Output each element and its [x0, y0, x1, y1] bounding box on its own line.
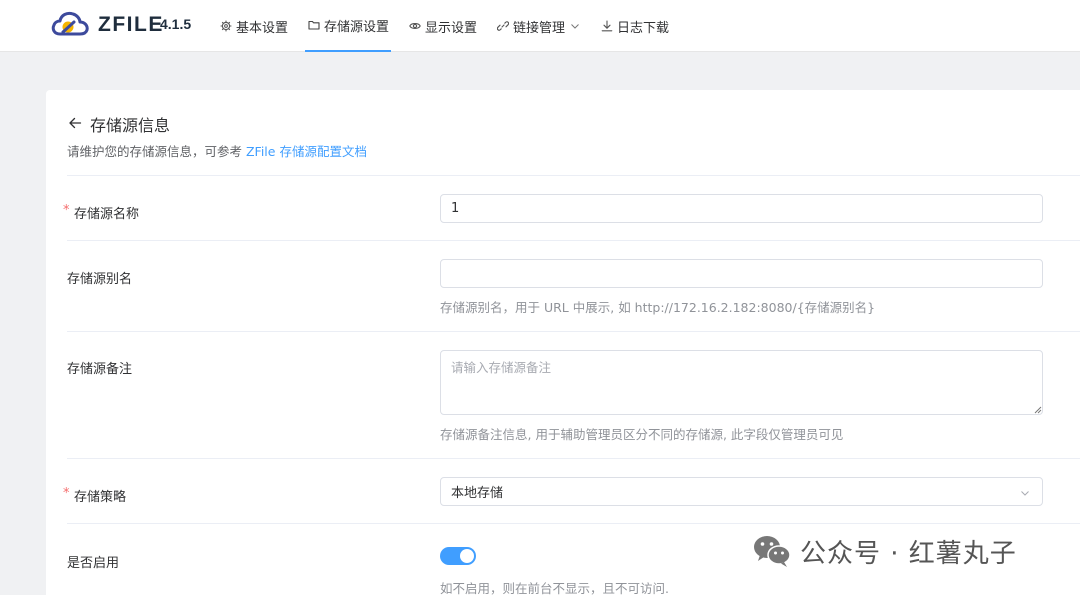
chevron-down-icon [571, 24, 579, 29]
top-navbar: ZFILE 4.1.5 基本设置 存储源设置 显示设置 链接管理 日志下载 [0, 0, 1080, 52]
switch-knob [460, 549, 474, 563]
page-title: 存储源信息 [90, 116, 171, 135]
storage-remark-label: 存储源备注 [67, 362, 133, 377]
divider [67, 523, 1080, 524]
nav-storage-settings[interactable]: 存储源设置 [305, 0, 391, 52]
storage-remark-textarea[interactable] [440, 350, 1043, 415]
storage-alias-input[interactable] [440, 259, 1043, 288]
required-mark: * [63, 203, 70, 218]
page-subtitle: 请维护您的存储源信息，可参考 ZFile 存储源配置文档 [67, 141, 367, 160]
back-arrow-icon[interactable] [68, 116, 82, 130]
divider [67, 458, 1080, 459]
wechat-icon [754, 536, 791, 567]
storage-enabled-hint: 如不启用，则在前台不显示，且不可访问. [440, 581, 669, 595]
app-version: 4.1.5 [160, 16, 192, 32]
storage-docs-link[interactable]: ZFile 存储源配置文档 [246, 144, 367, 159]
nav-log-download[interactable]: 日志下载 [601, 0, 669, 52]
nav-label: 日志下载 [617, 20, 670, 36]
nav-label: 显示设置 [425, 20, 478, 36]
divider [67, 240, 1080, 241]
link-icon [497, 21, 509, 31]
resize-grip-icon[interactable] [1034, 406, 1042, 414]
watermark-text: 公众号 · 红薯丸子 [800, 539, 1017, 569]
nav-label: 基本设置 [236, 20, 289, 36]
nav-label: 存储源设置 [324, 19, 390, 35]
storage-strategy-label: * 存储策略 [63, 486, 127, 505]
storage-name-input[interactable]: 1 [440, 194, 1043, 223]
divider [67, 331, 1080, 332]
chevron-down-icon [1021, 491, 1029, 496]
divider [67, 175, 1080, 176]
storage-enabled-switch[interactable] [440, 547, 476, 565]
nav-basic-settings[interactable]: 基本设置 [220, 0, 288, 52]
storage-alias-label: 存储源别名 [67, 272, 133, 287]
storage-info-card: 存储源信息 请维护您的存储源信息，可参考 ZFile 存储源配置文档 * 存储源名… [46, 90, 1080, 595]
storage-enabled-label: 是否启用 [67, 556, 120, 571]
selected-value: 本地存储 [451, 486, 504, 501]
nav-link-management[interactable]: 链接管理 [497, 0, 580, 52]
eye-icon [409, 23, 421, 29]
cloud-logo-icon[interactable] [50, 8, 90, 40]
storage-strategy-select[interactable]: 本地存储 [440, 477, 1043, 506]
nav-label: 链接管理 [513, 20, 566, 36]
subtitle-text: 请维护您的存储源信息，可参考 [67, 144, 246, 159]
brand-name[interactable]: ZFILE [98, 13, 164, 37]
storage-alias-hint: 存储源别名，用于 URL 中展示, 如 http://172.16.2.182:… [440, 300, 876, 315]
storage-name-label: * 存储源名称 [63, 203, 140, 222]
nav-display-settings[interactable]: 显示设置 [409, 0, 477, 52]
folder-icon [308, 20, 320, 30]
required-mark: * [63, 486, 70, 501]
storage-remark-hint: 存储源备注信息, 用于辅助管理员区分不同的存储源, 此字段仅管理员可见 [440, 427, 844, 442]
download-icon [601, 20, 613, 32]
gear-icon [220, 20, 232, 32]
